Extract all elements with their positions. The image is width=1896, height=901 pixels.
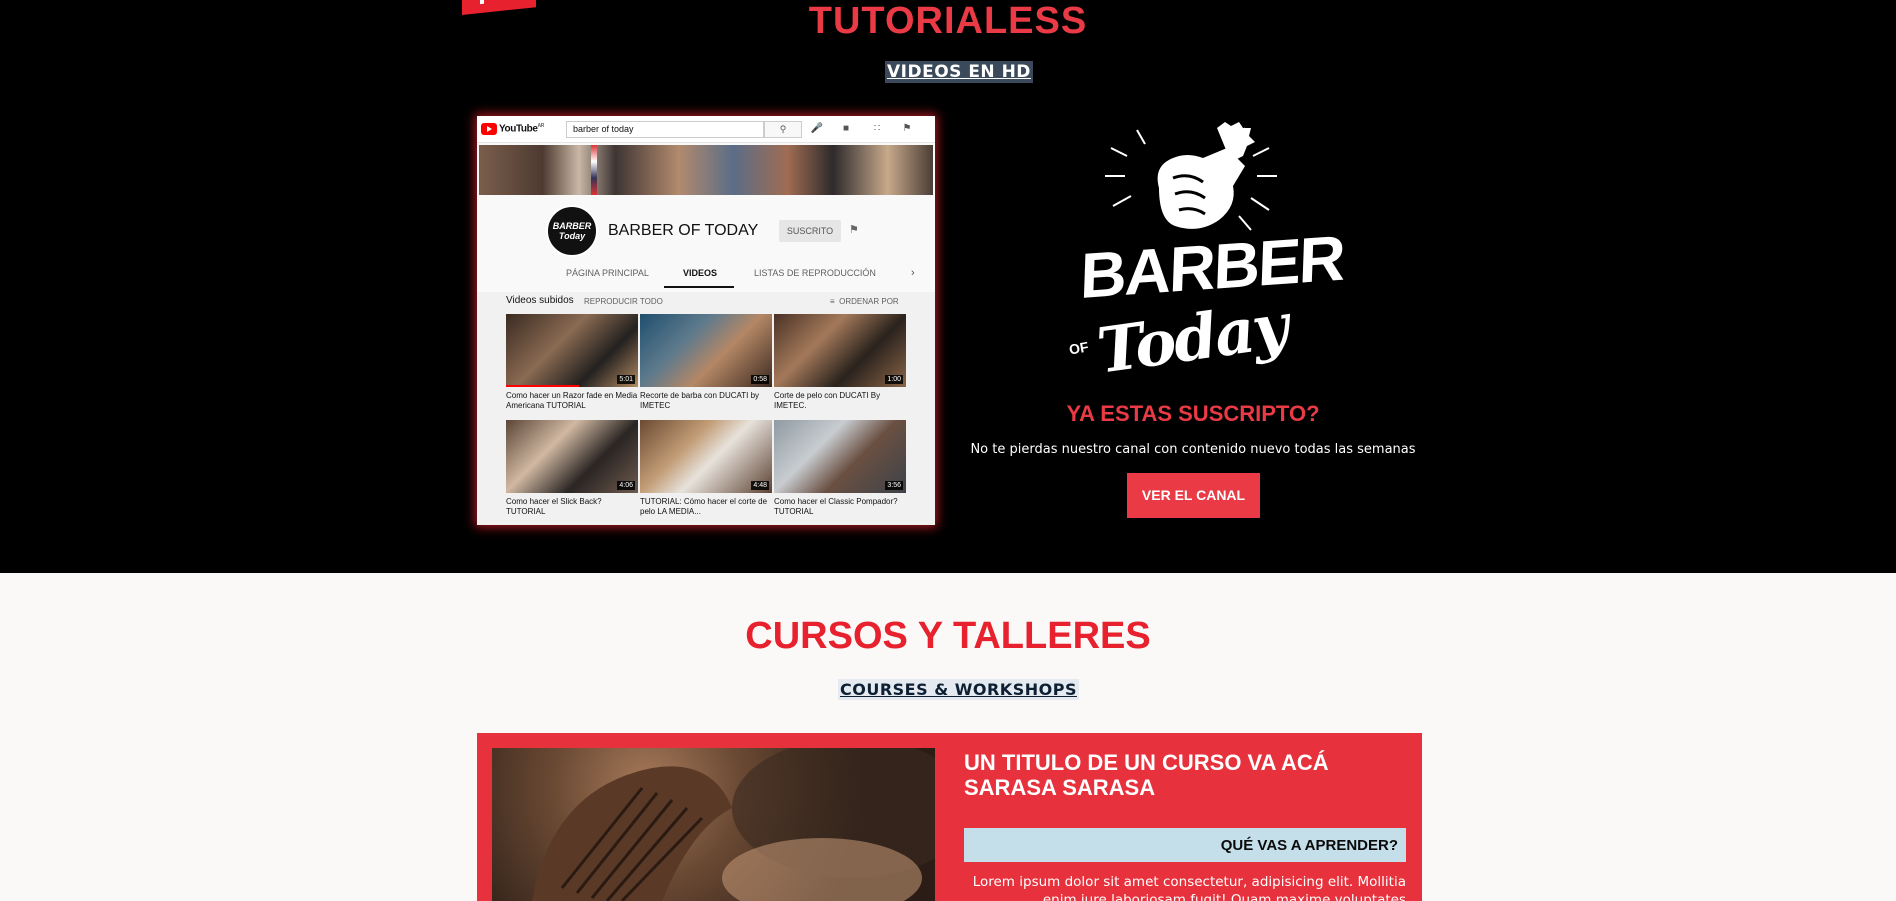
- uploads-label: Videos subidos: [506, 295, 574, 306]
- active-tab-underline: [664, 286, 734, 288]
- course-description: Lorem ipsum dolor sit amet consectetur, …: [972, 874, 1406, 901]
- video-thumbnail: 1:00: [774, 314, 906, 387]
- course-image: [492, 748, 935, 901]
- youtube-logo-icon: [481, 123, 497, 135]
- video-title: Como hacer el Slick Back? TUTORIAL: [506, 497, 602, 516]
- logo-word-of: OF: [1067, 338, 1090, 358]
- video-title: Recorte de barba con DUCATI by IMETEC: [640, 391, 760, 410]
- courses-section: CURSOS Y TALLERES COURSES & WORKSHOPS UN…: [0, 573, 1896, 901]
- bell-icon: ⚑: [902, 123, 912, 134]
- watched-progress-bar: [506, 385, 579, 387]
- play-all-label: REPRODUCIR TODO: [584, 297, 663, 306]
- course-title: UN TITULO DE UN CURSO VA ACÁ SARASA SARA…: [964, 750, 1329, 800]
- view-channel-button[interactable]: VER EL CANAL: [1127, 473, 1260, 518]
- apps-grid-icon: ∷: [873, 123, 881, 134]
- youtube-logo-text: YouTubeAR: [499, 123, 544, 135]
- tab-home: PÁGINA PRINCIPAL: [566, 268, 649, 278]
- course-card: UN TITULO DE UN CURSO VA ACÁ SARASA SARA…: [477, 733, 1422, 901]
- courses-title: CURSOS Y TALLERES: [745, 615, 1151, 657]
- video-thumbnail: 5:01: [506, 314, 638, 387]
- video-thumbnail: 3:56: [774, 420, 906, 493]
- video-title: Corte de pelo con DUCATI By IMETEC.: [774, 391, 881, 410]
- courses-subtitle: COURSES & WORKSHOPS: [838, 679, 1079, 700]
- video-thumbnail: 4:06: [506, 420, 638, 493]
- what-you-learn-bar[interactable]: QUÉ VAS A APRENDER?: [964, 828, 1406, 862]
- video-camera-icon: ■: [842, 123, 850, 134]
- youtube-search-input: barber of today: [566, 121, 764, 138]
- video-title: Como hacer el Classic Pompador? TUTORIAL: [774, 497, 898, 516]
- channel-banner-image: [479, 145, 933, 195]
- chevron-right-icon: ›: [911, 267, 915, 279]
- subscribed-question: YA ESTAS SUSCRIPTO?: [1066, 401, 1320, 426]
- search-icon: ⚲: [764, 121, 802, 138]
- youtube-topbar: YouTubeAR barber of today ⚲ 🎤 ■ ∷ ⚑: [477, 116, 935, 143]
- sort-by-label: ≡ ORDENAR POR: [830, 297, 899, 306]
- video-thumbnail: 0:58: [640, 314, 772, 387]
- subscribed-button: SUSCRITO: [779, 220, 841, 242]
- tutorials-subtitle: VIDEOS EN HD: [885, 61, 1033, 83]
- channel-avatar: BARBER Today: [546, 205, 598, 257]
- microphone-icon: 🎤: [810, 123, 824, 134]
- tab-playlists: LISTAS DE REPRODUCCIÓN: [754, 268, 876, 278]
- tutorials-section: TUTORIALESS VIDEOS EN HD YouTubeAR barbe…: [0, 0, 1896, 573]
- channel-name: BARBER OF TODAY: [608, 222, 759, 239]
- video-duration: 4:06: [617, 481, 635, 490]
- video-duration: 5:01: [617, 375, 635, 384]
- video-title: Como hacer un Razor fade en Media Americ…: [506, 391, 638, 410]
- barber-pole-decoration: [591, 145, 597, 195]
- video-title: TUTORIAL: Cómo hacer el corte de pelo LA…: [640, 497, 768, 516]
- video-duration: 4:48: [751, 481, 769, 490]
- barber-comb-photo: [532, 748, 935, 901]
- youtube-channel-screenshot[interactable]: YouTubeAR barber of today ⚲ 🎤 ■ ∷ ⚑ BARB…: [477, 116, 935, 525]
- video-thumbnail: 4:48: [640, 420, 772, 493]
- tutorials-title: TUTORIALESS: [808, 0, 1088, 42]
- promo-text: No te pierdas nuestro canal con contenid…: [970, 442, 1416, 457]
- video-duration: 0:58: [751, 375, 769, 384]
- video-duration: 3:56: [885, 481, 903, 490]
- notification-bell-icon: ⚑: [849, 224, 859, 236]
- barber-of-today-logo: BARBER OF Today: [1067, 118, 1345, 390]
- video-duration: 1:00: [885, 375, 903, 384]
- tab-videos: VIDEOS: [683, 268, 718, 278]
